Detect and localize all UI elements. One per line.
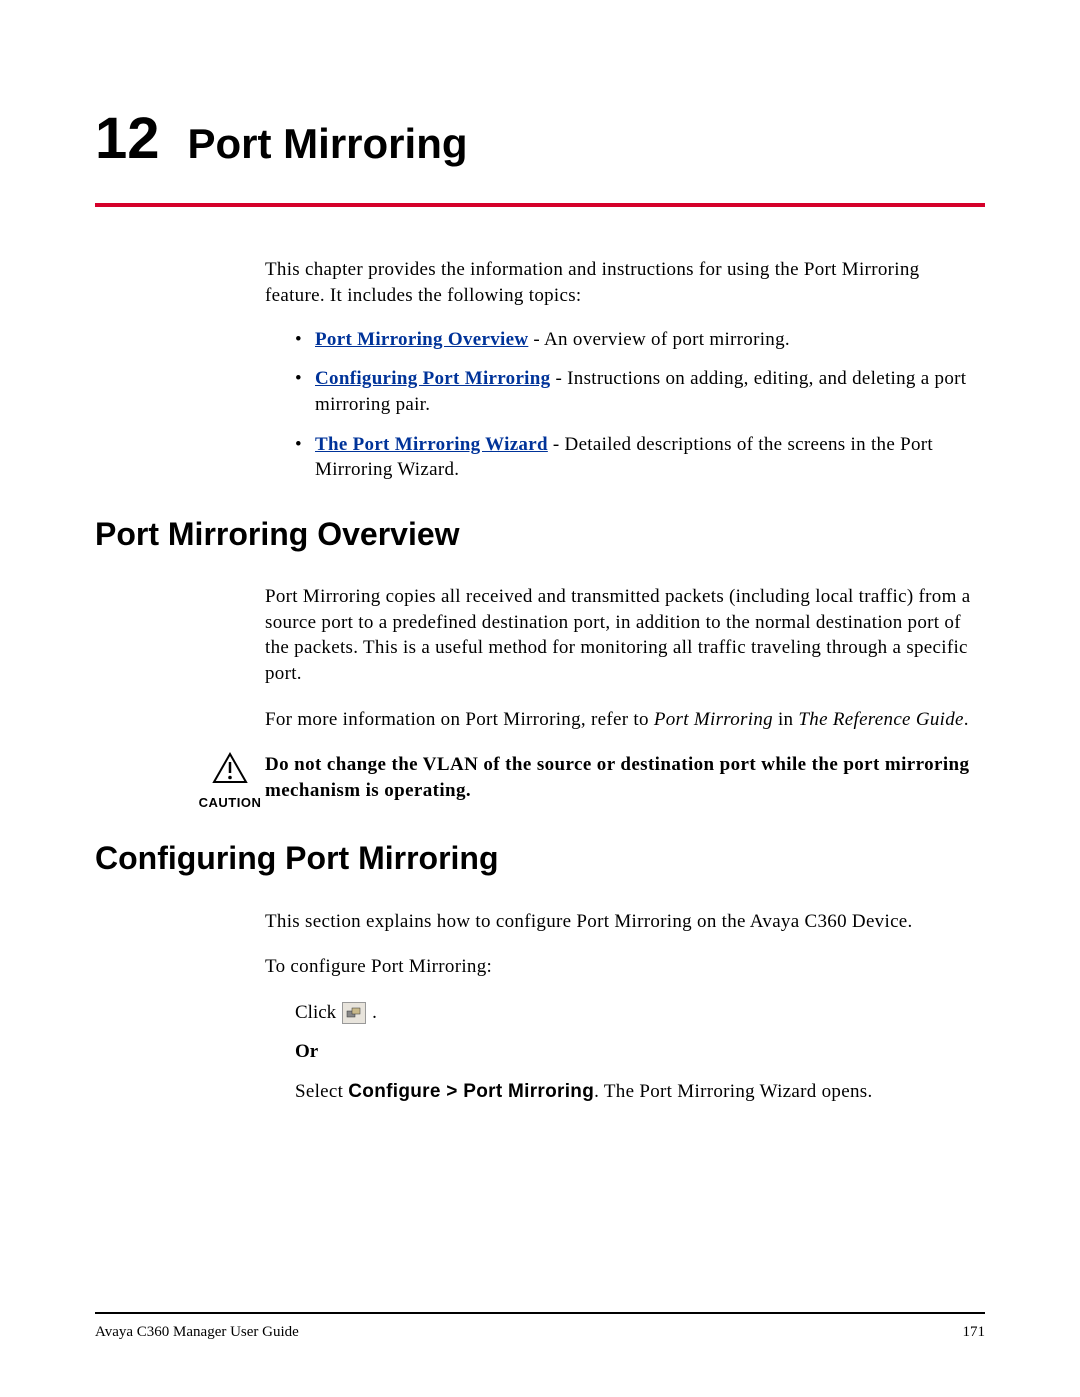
- link-configuring[interactable]: Configuring Port Mirroring: [315, 368, 550, 389]
- overview-block: Port Mirroring copies all received and t…: [265, 584, 975, 732]
- click-end: .: [372, 1000, 377, 1026]
- text: .: [964, 709, 969, 730]
- link-overview[interactable]: Port Mirroring Overview: [315, 329, 528, 350]
- section-heading-overview: Port Mirroring Overview: [95, 513, 985, 556]
- text: . The Port Mirroring Wizard opens.: [594, 1081, 872, 1102]
- section-heading-configuring: Configuring Port Mirroring: [95, 837, 985, 880]
- header-rule: [95, 203, 985, 207]
- or-label: Or: [295, 1039, 975, 1065]
- topic-list: Port Mirroring Overview - An overview of…: [295, 327, 975, 483]
- topic-desc: - An overview of port mirroring.: [528, 329, 790, 350]
- caution-icon-column: CAUTION: [95, 752, 265, 811]
- caution-block: CAUTION Do not change the VLAN of the so…: [95, 752, 985, 811]
- caution-label: CAUTION: [195, 794, 265, 812]
- menu-path: Configure > Port Mirroring: [348, 1081, 594, 1102]
- overview-para1: Port Mirroring copies all received and t…: [265, 584, 975, 687]
- chapter-header: 12 Port Mirroring: [95, 100, 985, 178]
- italic-text: Port Mirroring: [654, 709, 773, 730]
- caution-icon: [212, 752, 248, 792]
- intro-block: This chapter provides the information an…: [265, 257, 975, 482]
- page: 12 Port Mirroring This chapter provides …: [0, 0, 1080, 1397]
- footer-page-number: 171: [963, 1322, 986, 1342]
- italic-text: The Reference Guide: [798, 709, 963, 730]
- topic-item: Port Mirroring Overview - An overview of…: [295, 327, 975, 353]
- port-mirroring-toolbar-icon: [342, 1002, 366, 1024]
- text: For more information on Port Mirroring, …: [265, 709, 654, 730]
- text: Select: [295, 1081, 348, 1102]
- topic-item: The Port Mirroring Wizard - Detailed des…: [295, 432, 975, 483]
- link-wizard[interactable]: The Port Mirroring Wizard: [315, 434, 548, 455]
- click-label: Click: [295, 1000, 336, 1026]
- intro-paragraph: This chapter provides the information an…: [265, 257, 975, 308]
- caution-text: Do not change the VLAN of the source or …: [265, 752, 985, 803]
- footer-rule: [95, 1312, 985, 1314]
- click-instruction: Click .: [295, 1000, 975, 1026]
- footer-guide-name: Avaya C360 Manager User Guide: [95, 1322, 299, 1342]
- overview-para2: For more information on Port Mirroring, …: [265, 707, 975, 733]
- step-block: Click . Or Select Configure > Port Mirro…: [295, 1000, 975, 1105]
- select-instruction: Select Configure > Port Mirroring. The P…: [295, 1079, 975, 1105]
- page-footer: Avaya C360 Manager User Guide 171: [95, 1312, 985, 1342]
- topic-item: Configuring Port Mirroring - Instruction…: [295, 366, 975, 417]
- configure-para1: This section explains how to configure P…: [265, 909, 975, 935]
- footer-row: Avaya C360 Manager User Guide 171: [95, 1322, 985, 1342]
- configure-para2: To configure Port Mirroring:: [265, 954, 975, 980]
- chapter-title: Port Mirroring: [188, 116, 468, 173]
- text: in: [773, 709, 798, 730]
- chapter-number: 12: [95, 100, 160, 178]
- configure-block: This section explains how to configure P…: [265, 909, 975, 980]
